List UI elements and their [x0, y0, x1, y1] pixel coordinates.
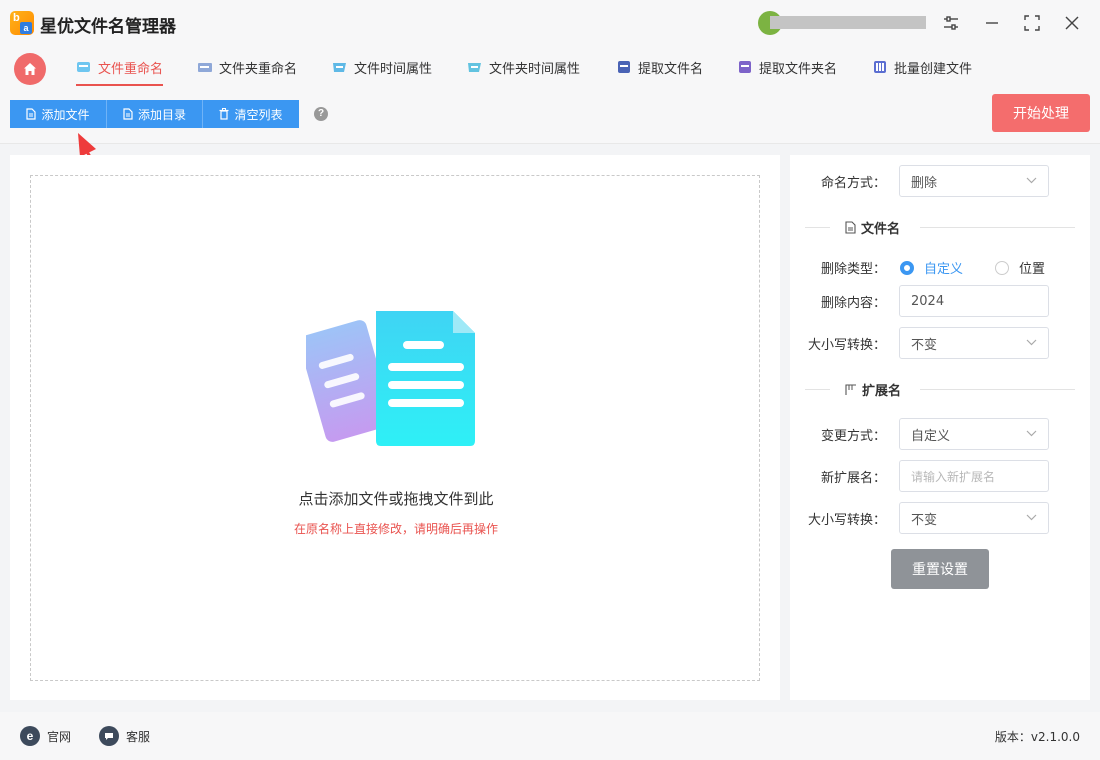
- case-conversion-label: 大小写转换：: [807, 338, 886, 353]
- tab-label: 批量创建文件: [894, 61, 973, 77]
- radio-label: 自定义: [924, 262, 964, 277]
- close-icon[interactable]: [1059, 10, 1085, 36]
- extension-section-header: 扩展名: [805, 379, 1075, 399]
- tab-batch-create[interactable]: 批量创建文件: [872, 50, 972, 84]
- naming-method-value: 删除: [911, 175, 938, 191]
- trash-icon: [219, 108, 229, 120]
- tab-file-rename[interactable]: 文件重命名: [76, 50, 164, 86]
- extension-section-title: 扩展名: [862, 384, 902, 399]
- footer: e 官网 客服 版本：v2.1.0.0: [0, 712, 1100, 760]
- clear-list-button[interactable]: 清空列表: [203, 100, 299, 128]
- drop-zone-text: 点击添加文件或拖拽文件到此: [298, 490, 494, 508]
- toolbar: 添加文件 添加目录 清空列表 ? 开始处理: [0, 88, 1100, 144]
- version-text: 版本：v2.1.0.0: [994, 730, 1080, 744]
- tab-file-time[interactable]: 文件时间属性: [332, 50, 432, 84]
- delete-type-label: 删除类型：: [820, 262, 886, 277]
- support-label: 客服: [126, 729, 151, 744]
- change-method-select[interactable]: 自定义: [899, 418, 1049, 450]
- home-button[interactable]: [14, 53, 46, 85]
- extension-case-label: 大小写转换：: [807, 513, 886, 528]
- tab-folder-rename[interactable]: 文件夹重命名: [197, 50, 297, 84]
- support-link[interactable]: 客服: [99, 726, 150, 746]
- change-method-value: 自定义: [911, 428, 951, 444]
- delete-type-position-radio[interactable]: 位置: [995, 258, 1045, 277]
- document-icon: [26, 108, 37, 120]
- delete-type-custom-radio[interactable]: 自定义: [900, 258, 963, 277]
- new-extension-input[interactable]: 请输入新扩展名: [899, 460, 1049, 492]
- start-processing-button[interactable]: 开始处理: [992, 94, 1090, 132]
- maximize-icon[interactable]: [1019, 10, 1045, 36]
- tab-folder-time[interactable]: 文件夹时间属性: [467, 50, 580, 84]
- extension-icon: [845, 383, 856, 395]
- chevron-down-icon: [1026, 430, 1037, 437]
- user-name-redacted: [770, 16, 926, 29]
- chat-bubble-icon: [99, 726, 119, 746]
- batch-create-icon: [872, 60, 888, 74]
- chevron-down-icon: [1026, 339, 1037, 346]
- new-extension-label: 新扩展名：: [820, 471, 886, 486]
- filename-section-header: 文件名: [805, 217, 1075, 237]
- add-file-label: 添加文件: [41, 107, 90, 122]
- file-drop-zone[interactable]: 点击添加文件或拖拽文件到此 在原名称上直接修改，请明确后再操作: [30, 175, 760, 681]
- new-extension-placeholder: 请输入新扩展名: [911, 469, 996, 484]
- radio-dot: [900, 260, 914, 275]
- chevron-down-icon: [1026, 514, 1037, 521]
- website-link[interactable]: e 官网: [20, 726, 71, 746]
- delete-content-label: 删除内容：: [820, 296, 886, 311]
- tab-label: 文件重命名: [98, 61, 164, 77]
- radio-label: 位置: [1019, 262, 1046, 277]
- extension-case-select[interactable]: 不变: [899, 502, 1049, 534]
- clear-list-label: 清空列表: [234, 107, 283, 122]
- help-icon[interactable]: ?: [314, 107, 328, 121]
- minimize-icon[interactable]: [979, 10, 1005, 36]
- tab-label: 文件时间属性: [354, 61, 433, 77]
- extension-case-value: 不变: [911, 512, 938, 528]
- title-bar: b a 星优文件名管理器: [0, 0, 1100, 46]
- change-method-label: 变更方式：: [820, 429, 886, 444]
- extract-filename-icon: [616, 60, 632, 74]
- add-directory-button[interactable]: 添加目录: [107, 100, 203, 128]
- file-list-panel: 点击添加文件或拖拽文件到此 在原名称上直接修改，请明确后再操作: [10, 155, 780, 700]
- home-icon: [24, 63, 36, 75]
- delete-content-value: 2024: [911, 293, 945, 309]
- naming-method-select[interactable]: 删除: [899, 165, 1049, 197]
- delete-content-input[interactable]: 2024: [899, 285, 1049, 317]
- extract-foldername-icon: [737, 60, 753, 74]
- file-rename-icon: [76, 60, 92, 74]
- tab-label: 提取文件名: [638, 61, 704, 77]
- chevron-down-icon: [1026, 177, 1037, 184]
- file-time-icon: [332, 60, 348, 74]
- case-conversion-select[interactable]: 不变: [899, 327, 1049, 359]
- drop-zone-warning: 在原名称上直接修改，请明确后再操作: [293, 522, 498, 536]
- tab-label: 文件夹重命名: [219, 61, 298, 77]
- add-file-button[interactable]: 添加文件: [10, 100, 107, 128]
- app-title: 星优文件名管理器: [40, 17, 176, 37]
- document-icon: [123, 108, 133, 120]
- app-logo-icon: b a: [10, 11, 34, 35]
- website-label: 官网: [47, 729, 72, 744]
- folder-time-icon: [467, 60, 483, 74]
- tab-label: 文件夹时间属性: [489, 61, 581, 77]
- reset-settings-button[interactable]: 重置设置: [891, 549, 989, 589]
- case-conversion-value: 不变: [911, 337, 938, 353]
- add-directory-label: 添加目录: [137, 107, 186, 122]
- document-icon: [845, 221, 856, 234]
- documents-illustration-icon: [306, 311, 475, 446]
- naming-method-label: 命名方式：: [820, 176, 886, 191]
- tab-label: 提取文件夹名: [759, 61, 838, 77]
- radio-dot: [995, 260, 1009, 275]
- filename-section-title: 文件名: [861, 222, 901, 237]
- tab-extract-foldername[interactable]: 提取文件夹名: [737, 50, 837, 84]
- folder-rename-icon: [197, 60, 213, 74]
- tab-extract-filename[interactable]: 提取文件名: [616, 50, 703, 84]
- browser-e-icon: e: [20, 726, 40, 746]
- settings-panel: 命名方式： 删除 文件名 删除类型： 自定义 位置 删除内容： 2024 大小写…: [790, 155, 1090, 700]
- tab-bar: 文件重命名 文件夹重命名 文件时间属性 文件夹时间属性 提取文件名 提取文件夹名…: [0, 46, 1100, 88]
- settings-sliders-icon[interactable]: [938, 10, 964, 36]
